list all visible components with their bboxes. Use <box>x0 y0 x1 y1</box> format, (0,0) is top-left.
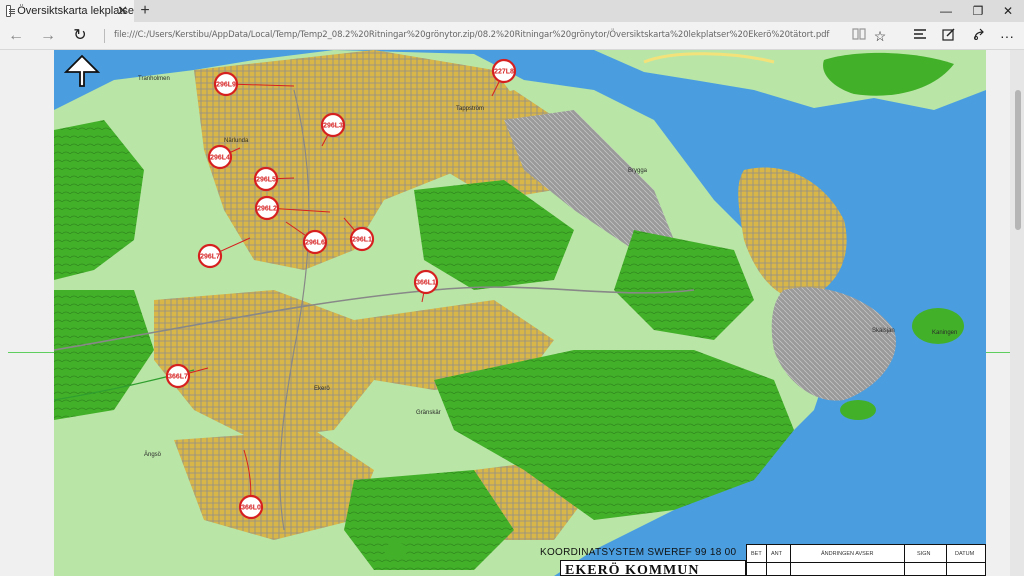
maximize-button[interactable]: ❐ <box>962 0 994 22</box>
tab-active[interactable]: Översiktskarta lekplatse ✕ <box>0 0 134 22</box>
address-bar[interactable]: file:///C:/Users/Kerstibu/AppData/Local/… <box>114 30 829 40</box>
minimize-button[interactable]: — <box>930 0 962 22</box>
svg-text:296L2: 296L2 <box>257 206 277 213</box>
map-page: Tranholmen Närlunda Tappström Brygga Grä… <box>54 50 986 576</box>
place-label: Tranholmen <box>138 76 170 82</box>
pdf-document-icon <box>6 5 16 17</box>
address-toolbar: ← → ↻ file:///C:/Users/Kerstibu/AppData/… <box>0 22 1024 50</box>
pdf-viewer[interactable]: Tranholmen Närlunda Tappström Brygga Grä… <box>0 50 1024 576</box>
municipality-title: EKERÖ KOMMUN <box>565 563 700 576</box>
place-label: Gränskär <box>416 410 441 416</box>
revision-col-label: BET <box>751 551 762 557</box>
svg-text:296L1: 296L1 <box>352 237 372 244</box>
svg-text:296L9: 296L9 <box>216 82 236 89</box>
reading-view-icon[interactable] <box>850 27 868 45</box>
place-label: Ekerö <box>314 386 330 392</box>
guide-line-left <box>8 352 54 353</box>
refresh-icon[interactable]: ↻ <box>70 27 90 45</box>
revision-cell <box>905 545 947 576</box>
revision-col-label: DATUM <box>955 551 975 557</box>
forward-icon[interactable]: → <box>38 27 58 45</box>
tab-close-icon[interactable]: ✕ <box>117 3 128 19</box>
coordinate-system-label: KOORDINATSYSTEM SWEREF 99 18 00 <box>540 547 737 558</box>
revision-table: BET ANT ÄNDRINGEN AVSER SIGN DATUM <box>746 544 986 576</box>
place-label: Kaningen <box>932 330 957 336</box>
favorite-star-icon[interactable]: ☆ <box>871 27 889 45</box>
svg-text:296L4: 296L4 <box>210 155 230 162</box>
back-icon[interactable]: ← <box>6 27 26 45</box>
svg-text:366L1: 366L1 <box>416 280 436 287</box>
kaningen-island <box>912 308 964 344</box>
svg-text:296L6: 296L6 <box>305 240 325 247</box>
share-icon[interactable] <box>970 27 988 45</box>
revision-cell <box>747 545 767 576</box>
title-block: EKERÖ KOMMUN <box>560 560 746 576</box>
place-label: Skälsjan <box>872 328 895 334</box>
toolbar-divider <box>104 29 105 43</box>
svg-text:296L5: 296L5 <box>256 177 276 184</box>
small-island-east <box>840 400 876 420</box>
tab-bar: Översiktskarta lekplatse ✕ + — ❐ ✕ <box>0 0 1024 22</box>
small-island-south <box>384 543 408 557</box>
scrollbar-thumb[interactable] <box>1015 90 1021 230</box>
place-label: Ängsö <box>144 451 162 458</box>
guide-line-right <box>986 352 1010 353</box>
svg-text:227L8: 227L8 <box>494 69 514 76</box>
hub-icon[interactable] <box>911 27 929 45</box>
svg-text:296L7: 296L7 <box>200 254 220 261</box>
new-tab-button[interactable]: + <box>138 2 152 20</box>
place-label: Brygga <box>628 168 648 174</box>
revision-col-label: SIGN <box>917 551 931 557</box>
close-window-button[interactable]: ✕ <box>992 0 1024 22</box>
web-note-icon[interactable] <box>940 27 958 45</box>
revision-col-label: ANT <box>771 551 782 557</box>
revision-cell <box>791 545 905 576</box>
place-label: Närlunda <box>224 138 249 144</box>
svg-text:366L0: 366L0 <box>241 505 261 512</box>
map-drawing: Tranholmen Närlunda Tappström Brygga Grä… <box>54 50 986 576</box>
revision-cell <box>767 545 791 576</box>
place-label: Tappström <box>456 106 484 112</box>
revision-col-label: ÄNDRINGEN AVSER <box>821 551 874 557</box>
vertical-scrollbar[interactable] <box>1010 50 1024 576</box>
svg-text:296L3: 296L3 <box>323 123 343 130</box>
svg-text:366L7: 366L7 <box>168 374 188 381</box>
more-icon[interactable]: ··· <box>998 27 1016 45</box>
